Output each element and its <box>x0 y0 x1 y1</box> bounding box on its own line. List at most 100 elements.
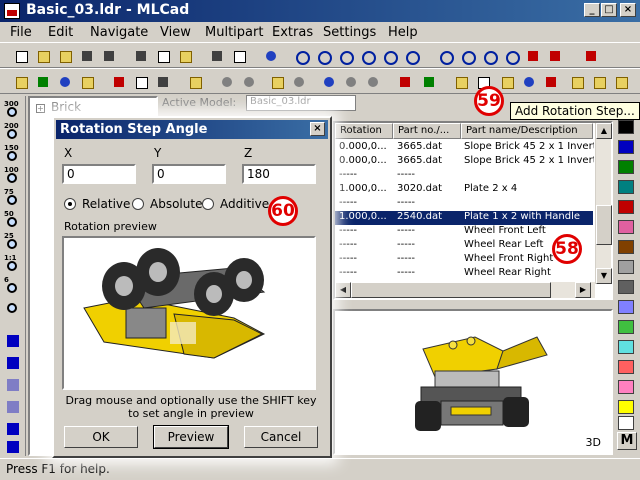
next-step-icon[interactable] <box>4 420 22 438</box>
table-row[interactable]: ----- ----- <box>335 197 593 211</box>
color-swatch[interactable] <box>618 360 634 374</box>
print-preview-icon[interactable] <box>230 47 248 65</box>
zoom-200-icon[interactable]: 200 <box>4 122 22 140</box>
column-part-name[interactable]: Part name/Description <box>461 123 593 139</box>
grid-fine-icon[interactable] <box>154 73 172 91</box>
color-swatch[interactable] <box>618 200 634 214</box>
zoom-1-1-icon[interactable]: 1:1 <box>4 254 22 272</box>
add-rotation-step-icon[interactable] <box>520 73 538 91</box>
add-buffer-icon[interactable] <box>498 73 516 91</box>
scroll-left-button[interactable]: ◀ <box>335 282 351 298</box>
cut-icon[interactable] <box>132 47 150 65</box>
rotate-y-neg-icon[interactable] <box>502 47 520 65</box>
move-front-icon[interactable] <box>380 47 398 65</box>
move-up-icon[interactable] <box>336 47 354 65</box>
rotate-x-icon[interactable] <box>436 47 454 65</box>
grid-coarse-icon[interactable] <box>110 73 128 91</box>
add-bulb-icon[interactable] <box>342 73 360 91</box>
zoom-75-icon[interactable]: 75 <box>4 188 22 206</box>
title-bar[interactable]: Basic_03.ldr - MLCad _ □ × <box>0 0 640 22</box>
zoom-300-icon[interactable]: 300 <box>4 100 22 118</box>
active-model-select[interactable]: Basic_03.ldr <box>246 95 356 111</box>
app-icon[interactable] <box>4 3 20 19</box>
color-swatch[interactable] <box>618 400 634 414</box>
edit-part-icon[interactable] <box>34 73 52 91</box>
dialog-title-bar[interactable]: Rotation Step Angle × <box>56 120 328 139</box>
add-sprite-icon[interactable] <box>364 73 382 91</box>
tree-node-brick[interactable]: + Brick <box>36 100 81 114</box>
horizontal-scrollbar[interactable]: ◀ ▶ <box>335 282 595 298</box>
move-part-icon[interactable] <box>56 73 74 91</box>
menu-extras[interactable]: Extras <box>272 25 313 40</box>
color-swatch[interactable] <box>618 380 634 394</box>
color-swatch[interactable] <box>618 280 634 294</box>
add-extra-icon[interactable] <box>612 73 630 91</box>
print-icon[interactable] <box>208 47 226 65</box>
z-angle-input[interactable]: 180 <box>242 164 316 184</box>
save-icon[interactable] <box>78 47 96 65</box>
color-swatch[interactable] <box>618 416 634 430</box>
last-step-icon[interactable] <box>4 438 22 456</box>
menu-help[interactable]: Help <box>388 25 418 40</box>
add-light-icon[interactable] <box>320 73 338 91</box>
parts-list[interactable]: Rotation Part no./... Part name/Descript… <box>333 121 613 300</box>
zoom-100-icon[interactable]: 100 <box>4 166 22 184</box>
previous-step-icon[interactable] <box>4 354 22 372</box>
scroll-up-button[interactable]: ▲ <box>596 123 612 139</box>
color-swatch[interactable] <box>618 300 634 314</box>
open-model-icon[interactable] <box>56 47 74 65</box>
add-generator-icon[interactable] <box>568 73 586 91</box>
model-3d-view[interactable]: 3D <box>333 309 613 455</box>
table-row[interactable]: 0.000,0... 3665.dat Slope Brick 45 2 x 1 I… <box>335 141 594 155</box>
zoom-150-icon[interactable]: 150 <box>4 144 22 162</box>
vertical-scrollbar[interactable]: ▲ ▼ <box>595 123 612 284</box>
rotate-y-icon[interactable] <box>480 47 498 65</box>
y-angle-input[interactable]: 0 <box>152 164 226 184</box>
move-down-icon[interactable] <box>358 47 376 65</box>
relative-radio[interactable] <box>64 198 76 210</box>
pointer-icon[interactable] <box>12 73 30 91</box>
move-right-icon[interactable] <box>314 47 332 65</box>
help-icon[interactable] <box>262 47 280 65</box>
color-swatch[interactable] <box>618 240 634 254</box>
rotate-z-icon[interactable] <box>524 47 542 65</box>
copy-icon[interactable] <box>154 47 172 65</box>
scroll-thumb[interactable] <box>596 205 612 245</box>
zoom-50-icon[interactable]: 50 <box>4 210 22 228</box>
table-row[interactable]: 0.000,0... 3665.dat Slope Brick 45 2 x 1 I… <box>335 155 594 169</box>
remove-icon[interactable] <box>240 73 258 91</box>
x-angle-input[interactable]: 0 <box>62 164 136 184</box>
rotate-z-neg-icon[interactable] <box>546 47 564 65</box>
color-brush-icon[interactable] <box>186 73 204 91</box>
zoom-fit-icon[interactable]: 6 <box>4 276 22 294</box>
menu-multipart[interactable]: Multipart <box>205 25 263 40</box>
hscroll-thumb[interactable] <box>351 282 551 298</box>
rotation-preview-canvas[interactable] <box>62 236 316 390</box>
table-row[interactable]: ----- ----- Wheel Rear Right <box>335 267 593 281</box>
move-left-icon[interactable] <box>292 47 310 65</box>
zoom-25-icon[interactable]: 25 <box>4 232 22 250</box>
menu-edit[interactable]: Edit <box>48 25 73 40</box>
rewind-icon[interactable] <box>4 376 22 394</box>
add-minifig-icon[interactable] <box>218 73 236 91</box>
zoom-search-icon[interactable] <box>4 296 22 314</box>
color-swatch[interactable] <box>618 220 634 234</box>
preview-button[interactable]: Preview <box>153 425 229 449</box>
cancel-button[interactable]: Cancel <box>244 426 318 448</box>
scroll-right-button[interactable]: ▶ <box>575 282 591 298</box>
move-back-icon[interactable] <box>402 47 420 65</box>
end-rotation-step-icon[interactable] <box>542 73 560 91</box>
add-grid-icon[interactable] <box>396 73 414 91</box>
menu-navigate[interactable]: Navigate <box>90 25 148 40</box>
menu-file[interactable]: File <box>10 25 32 40</box>
minimize-button[interactable]: _ <box>584 3 600 17</box>
add-background-icon[interactable] <box>420 73 438 91</box>
paste-icon[interactable] <box>176 47 194 65</box>
maximize-button[interactable]: □ <box>601 3 617 17</box>
scroll-down-button[interactable]: ▼ <box>596 268 612 284</box>
menu-view[interactable]: View <box>160 25 191 40</box>
color-swatch[interactable] <box>618 260 634 274</box>
add-group-icon[interactable] <box>452 73 470 91</box>
mode-button[interactable]: M <box>617 432 637 450</box>
color-swatch[interactable] <box>618 160 634 174</box>
